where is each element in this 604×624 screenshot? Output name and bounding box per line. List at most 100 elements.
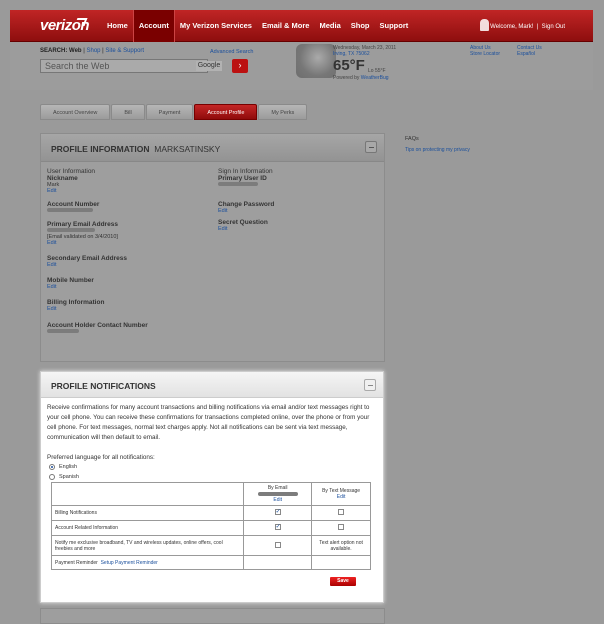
next-panel-edge [40,608,385,624]
tab-my-perks[interactable]: My Perks [258,104,308,120]
change-password-edit-link[interactable]: Edit [218,208,274,214]
weatherbug-link[interactable]: WeatherBug [361,75,389,81]
text-edit-link[interactable]: Edit [315,494,367,500]
espanol-link[interactable]: Español [517,51,542,57]
account-number-label: Account Number [47,201,100,208]
tab-account-profile[interactable]: Account Profile [194,104,258,120]
advanced-search-link[interactable]: Advanced Search [210,49,253,55]
search-scope: SEARCH: Web | Shop | Site & Support [40,48,145,54]
profile-notifications-panel: PROFILE NOTIFICATIONS Receive confirmati… [40,371,384,603]
primary-email-edit-link[interactable]: Edit [47,240,148,246]
row-billing-label: Billing Notifications [50,505,245,521]
table-header-blank [50,482,245,506]
page-background: verizon Home Account My Verizon Services… [0,0,604,624]
scope-shop[interactable]: Shop [86,48,100,54]
nav-account[interactable]: Account [132,10,175,42]
mobile-edit-link[interactable]: Edit [47,284,148,290]
billing-text-checkbox[interactable] [338,509,345,515]
profile-collapse-button[interactable] [365,141,377,153]
nav-my-verizon-services[interactable]: My Verizon Services [175,10,257,42]
table-row: Billing Notifications [50,505,371,521]
profile-left-column: User Information Nickname Mark Edit Acco… [47,168,148,335]
account-text-checkbox[interactable] [338,524,345,530]
row-account-email [243,520,313,536]
table-row: Notify me exclusive broadband, TV and wi… [50,535,371,556]
search-label: SEARCH: [40,48,68,54]
tab-bill[interactable]: Bill [111,104,145,120]
search-strip: SEARCH: Web | Shop | Site & Support Adva… [10,42,593,90]
notifications-header: PROFILE NOTIFICATIONS [41,372,383,398]
welcome-text: Welcome, Mark! | Sign Out [490,24,565,30]
account-tabs: Account Overview Bill Payment Account Pr… [40,104,308,120]
secondary-email-edit-link[interactable]: Edit [47,262,148,268]
search-go-button[interactable]: › [232,59,248,73]
tab-payment[interactable]: Payment [145,104,194,120]
row-payment-text [311,555,371,570]
profile-panel-title: PROFILE INFORMATION MARKSATINSKY [51,144,221,154]
mobile-number-label: Mobile Number [47,277,94,284]
change-password-label: Change Password [218,201,275,208]
nickname-edit-link[interactable]: Edit [47,188,148,194]
sign-out-link[interactable]: Sign Out [542,24,565,30]
setup-payment-reminder-link[interactable]: Setup Payment Reminder [101,560,158,566]
row-payment-email [243,555,313,570]
search-input[interactable]: Search the Web [40,59,208,73]
nav-email-more[interactable]: Email & More [257,10,315,42]
profile-right-column: Sign In Information Primary User ID Chan… [218,168,274,232]
google-powered-logo: Google [196,61,222,71]
offers-email-checkbox[interactable] [274,541,281,548]
billing-edit-link[interactable]: Edit [47,306,148,312]
tab-account-overview[interactable]: Account Overview [40,104,111,120]
welcome-label: Welcome, Mark! [490,24,534,30]
sign-in-info-heading: Sign In Information [218,168,273,175]
weather-info: Wednesday, March 23, 2011 Irving, TX 750… [333,45,396,57]
secondary-email-label: Secondary Email Address [47,255,127,262]
secret-question-edit-link[interactable]: Edit [218,226,274,232]
save-button[interactable]: Save [330,577,356,586]
notifications-collapse-button[interactable] [364,379,376,391]
nav-shop[interactable]: Shop [346,10,375,42]
faqs-heading: FAQs [405,136,419,142]
weather-powered-by: Powered by WeatherBug [333,75,389,81]
col-text-header: By Text Message Edit [311,482,371,506]
verizon-logo[interactable]: verizon [40,17,90,34]
nav-home[interactable]: Home [102,10,133,42]
billing-email-checkbox[interactable] [274,508,281,515]
scope-web[interactable]: Web [69,48,82,54]
radio-spanish-button[interactable] [49,474,55,480]
account-email-checkbox[interactable] [274,523,281,530]
store-locator-link[interactable]: Store Locator [470,51,500,57]
scope-site-support[interactable]: Site & Support [105,48,144,54]
weather-lo: Lo 55°F [368,68,386,74]
row-offers-label: Notify me exclusive broadband, TV and wi… [50,535,245,556]
powered-label: Powered by [333,75,360,81]
radio-english[interactable]: English [49,464,77,470]
holder-contact-label: Account Holder Contact Number [47,322,148,329]
radio-english-button[interactable] [49,464,55,470]
row-billing-email [243,505,313,521]
weather-temp: 65°F [333,57,365,74]
radio-spanish[interactable]: Spanish [49,474,79,480]
billing-info-label: Billing Information [47,299,105,306]
privacy-tips-link[interactable]: Tips on protecting my privacy [405,147,470,153]
notifications-description: Receive confirmations for many account t… [47,404,370,441]
col-email-header: By Email Edit [243,482,313,506]
nav-media[interactable]: Media [314,10,345,42]
user-icon [480,19,489,31]
notifications-title: PROFILE NOTIFICATIONS [51,381,156,391]
email-edit-link[interactable]: Edit [247,497,308,503]
primary-email-label: Primary Email Address [47,221,118,228]
primary-user-id-value [218,182,274,188]
account-number-value [47,208,148,214]
row-account-text [311,520,371,536]
weather-icon [296,44,336,78]
top-nav-bar: verizon Home Account My Verizon Services… [10,10,593,42]
profile-username: MARKSATINSKY [154,144,221,154]
spanish-label: Spanish [59,474,79,480]
english-label: English [59,464,78,470]
nav-support[interactable]: Support [375,10,414,42]
offers-text-note: Text alert option not available. [311,535,371,556]
main-nav: Home Account My Verizon Services Email &… [102,10,413,42]
table-row: Payment Reminder Setup Payment Reminder [50,555,371,570]
payment-reminder-label: Payment Reminder [55,559,98,566]
